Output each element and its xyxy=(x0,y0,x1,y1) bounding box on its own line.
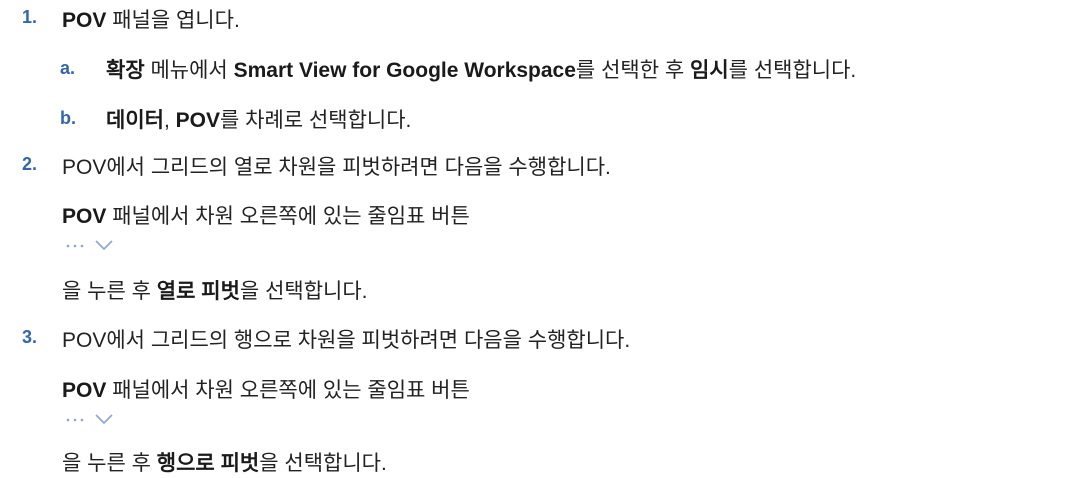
substep-text: 확장 메뉴에서 Smart View for Google Workspace를… xyxy=(106,54,856,84)
bold-term: 행으로 피벗 xyxy=(156,452,260,475)
step-number: 2. xyxy=(22,154,38,174)
bold-term: POV xyxy=(62,205,107,228)
step-text: 을 누른 후 행으로 피벗을 선택합니다. xyxy=(62,447,387,477)
step-text: POV 패널에서 차원 오른쪽에 있는 줄임표 버튼 xyxy=(62,374,470,404)
text-run: 메뉴에서 xyxy=(144,59,234,82)
bold-term: 임시 xyxy=(690,59,729,82)
text-run: 를 선택합니다. xyxy=(728,59,857,82)
step-number: 3. xyxy=(22,327,38,347)
text-run: 을 선택합니다. xyxy=(259,452,387,475)
text-run: 를 선택한 후 xyxy=(575,59,691,82)
bold-term: 확장 xyxy=(106,59,145,82)
bold-term: POV xyxy=(62,379,107,402)
step-text: POV에서 그리드의 행으로 차원을 피벗하려면 다음을 수행합니다. xyxy=(62,329,631,352)
step-number: 1. xyxy=(22,7,38,27)
step-text: POV에서 그리드의 열로 차원을 피벗하려면 다음을 수행합니다. xyxy=(62,156,611,179)
text-run: 패널에서 차원 오른쪽에 있는 줄임표 버튼 xyxy=(106,379,470,402)
step-text: POV 패널에서 차원 오른쪽에 있는 줄임표 버튼 xyxy=(62,200,470,230)
text-run: 을 누른 후 xyxy=(62,280,157,303)
substep-number: a. xyxy=(60,58,76,78)
ellipsis-dropdown-icon xyxy=(62,234,132,258)
bold-term: POV xyxy=(175,109,220,132)
text-run: 패널에서 차원 오른쪽에 있는 줄임표 버튼 xyxy=(106,205,470,228)
bold-term: 열로 피벗 xyxy=(156,280,240,303)
text-run: , xyxy=(163,109,176,132)
bold-term: Smart View for Google Workspace xyxy=(233,59,576,82)
text-run: 를 차례로 선택합니다. xyxy=(220,109,412,132)
text-run: 을 누른 후 xyxy=(62,452,157,475)
substep-text: 데이터, POV를 차례로 선택합니다. xyxy=(106,104,411,134)
step-text: POV 패널을 엽니다. xyxy=(62,4,240,34)
step-text: 을 누른 후 열로 피벗을 선택합니다. xyxy=(62,275,368,305)
bold-term: 데이터 xyxy=(106,109,164,132)
substep-number: b. xyxy=(60,108,76,128)
text-run: 패널을 엽니다. xyxy=(106,9,240,32)
bold-term: POV xyxy=(62,9,107,32)
text-run: 을 선택합니다. xyxy=(239,280,368,303)
ellipsis-dropdown-icon xyxy=(62,408,132,432)
